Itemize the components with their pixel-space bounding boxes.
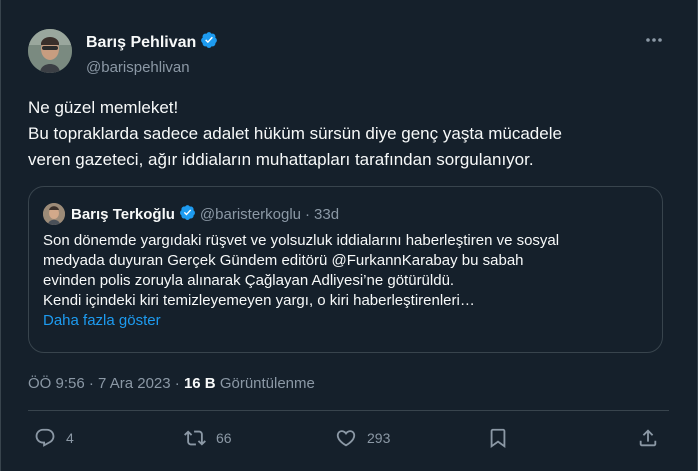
share-icon	[637, 427, 659, 449]
author-block: Barış Pehlivan @barispehlivan	[86, 31, 218, 76]
author-avatar[interactable]	[28, 29, 72, 73]
quoted-author-handle[interactable]: @baristerkoglu	[200, 206, 301, 223]
separator-dot: ·	[305, 206, 311, 223]
share-button[interactable]	[637, 427, 659, 449]
quoted-text: Son dönemde yargıdaki rüşvet ve yolsuzlu…	[43, 231, 653, 331]
reply-button[interactable]: 4	[34, 427, 74, 449]
views-count: 16 B	[183, 375, 216, 392]
like-count: 293	[367, 430, 391, 446]
quoted-text-line: medyada duyuran Gerçek Gündem editörü @F…	[43, 252, 524, 269]
author-handle[interactable]: @barispehlivan	[86, 59, 218, 76]
bookmark-button[interactable]	[487, 427, 509, 449]
quoted-text-line: evinden polis zoruyla alınarak Çağlayan …	[43, 272, 455, 289]
more-horizontal-icon[interactable]	[644, 30, 664, 55]
retweet-count: 66	[216, 430, 232, 446]
tweet-text-line: veren gazeteci, ağır iddiaların muhattap…	[28, 150, 534, 169]
divider	[28, 410, 669, 411]
bookmark-icon	[487, 427, 509, 449]
tweet-text: Ne güzel memleket! Bu topraklarda sadece…	[28, 95, 668, 173]
quoted-age[interactable]: 33d	[314, 206, 339, 223]
views-label: Görüntülenme	[219, 375, 315, 392]
tweet-date[interactable]: 7 Ara 2023	[98, 375, 171, 392]
reply-count: 4	[66, 430, 74, 446]
retweet-icon	[184, 427, 206, 449]
quoted-author-avatar[interactable]	[43, 203, 65, 225]
quoted-text-line: Kendi içindeki kiri temizleyemeyen yargı…	[43, 292, 475, 309]
separator-dot: ·	[88, 375, 94, 392]
tweet-time[interactable]: ÖÖ 9:56	[28, 375, 85, 392]
reply-icon	[34, 427, 56, 449]
verified-badge-icon	[200, 31, 218, 54]
like-button[interactable]: 293	[335, 427, 390, 449]
retweet-button[interactable]: 66	[184, 427, 232, 449]
tweet-text-line: Bu topraklarda sadece adalet hüküm sürsü…	[28, 124, 562, 143]
tweet-meta: ÖÖ 9:56 · 7 Ara 2023 · 16 B Görüntülenme	[28, 375, 315, 392]
verified-badge-icon	[179, 204, 196, 225]
show-more-link[interactable]: Daha fazla göster	[43, 311, 653, 331]
heart-icon	[335, 427, 357, 449]
quoted-author-name[interactable]: Barış Terkoğlu	[71, 206, 175, 223]
quoted-tweet[interactable]: Barış Terkoğlu @baristerkoglu · 33d Son …	[28, 186, 663, 353]
separator-dot: ·	[174, 375, 180, 392]
tweet-card: Barış Pehlivan @barispehlivan Ne güzel m…	[0, 0, 698, 471]
quoted-header: Barış Terkoğlu @baristerkoglu · 33d	[71, 204, 339, 225]
author-name[interactable]: Barış Pehlivan	[86, 34, 196, 52]
left-border	[0, 0, 1, 471]
tweet-text-line: Ne güzel memleket!	[28, 98, 179, 117]
quoted-text-line: Son dönemde yargıdaki rüşvet ve yolsuzlu…	[43, 232, 560, 249]
